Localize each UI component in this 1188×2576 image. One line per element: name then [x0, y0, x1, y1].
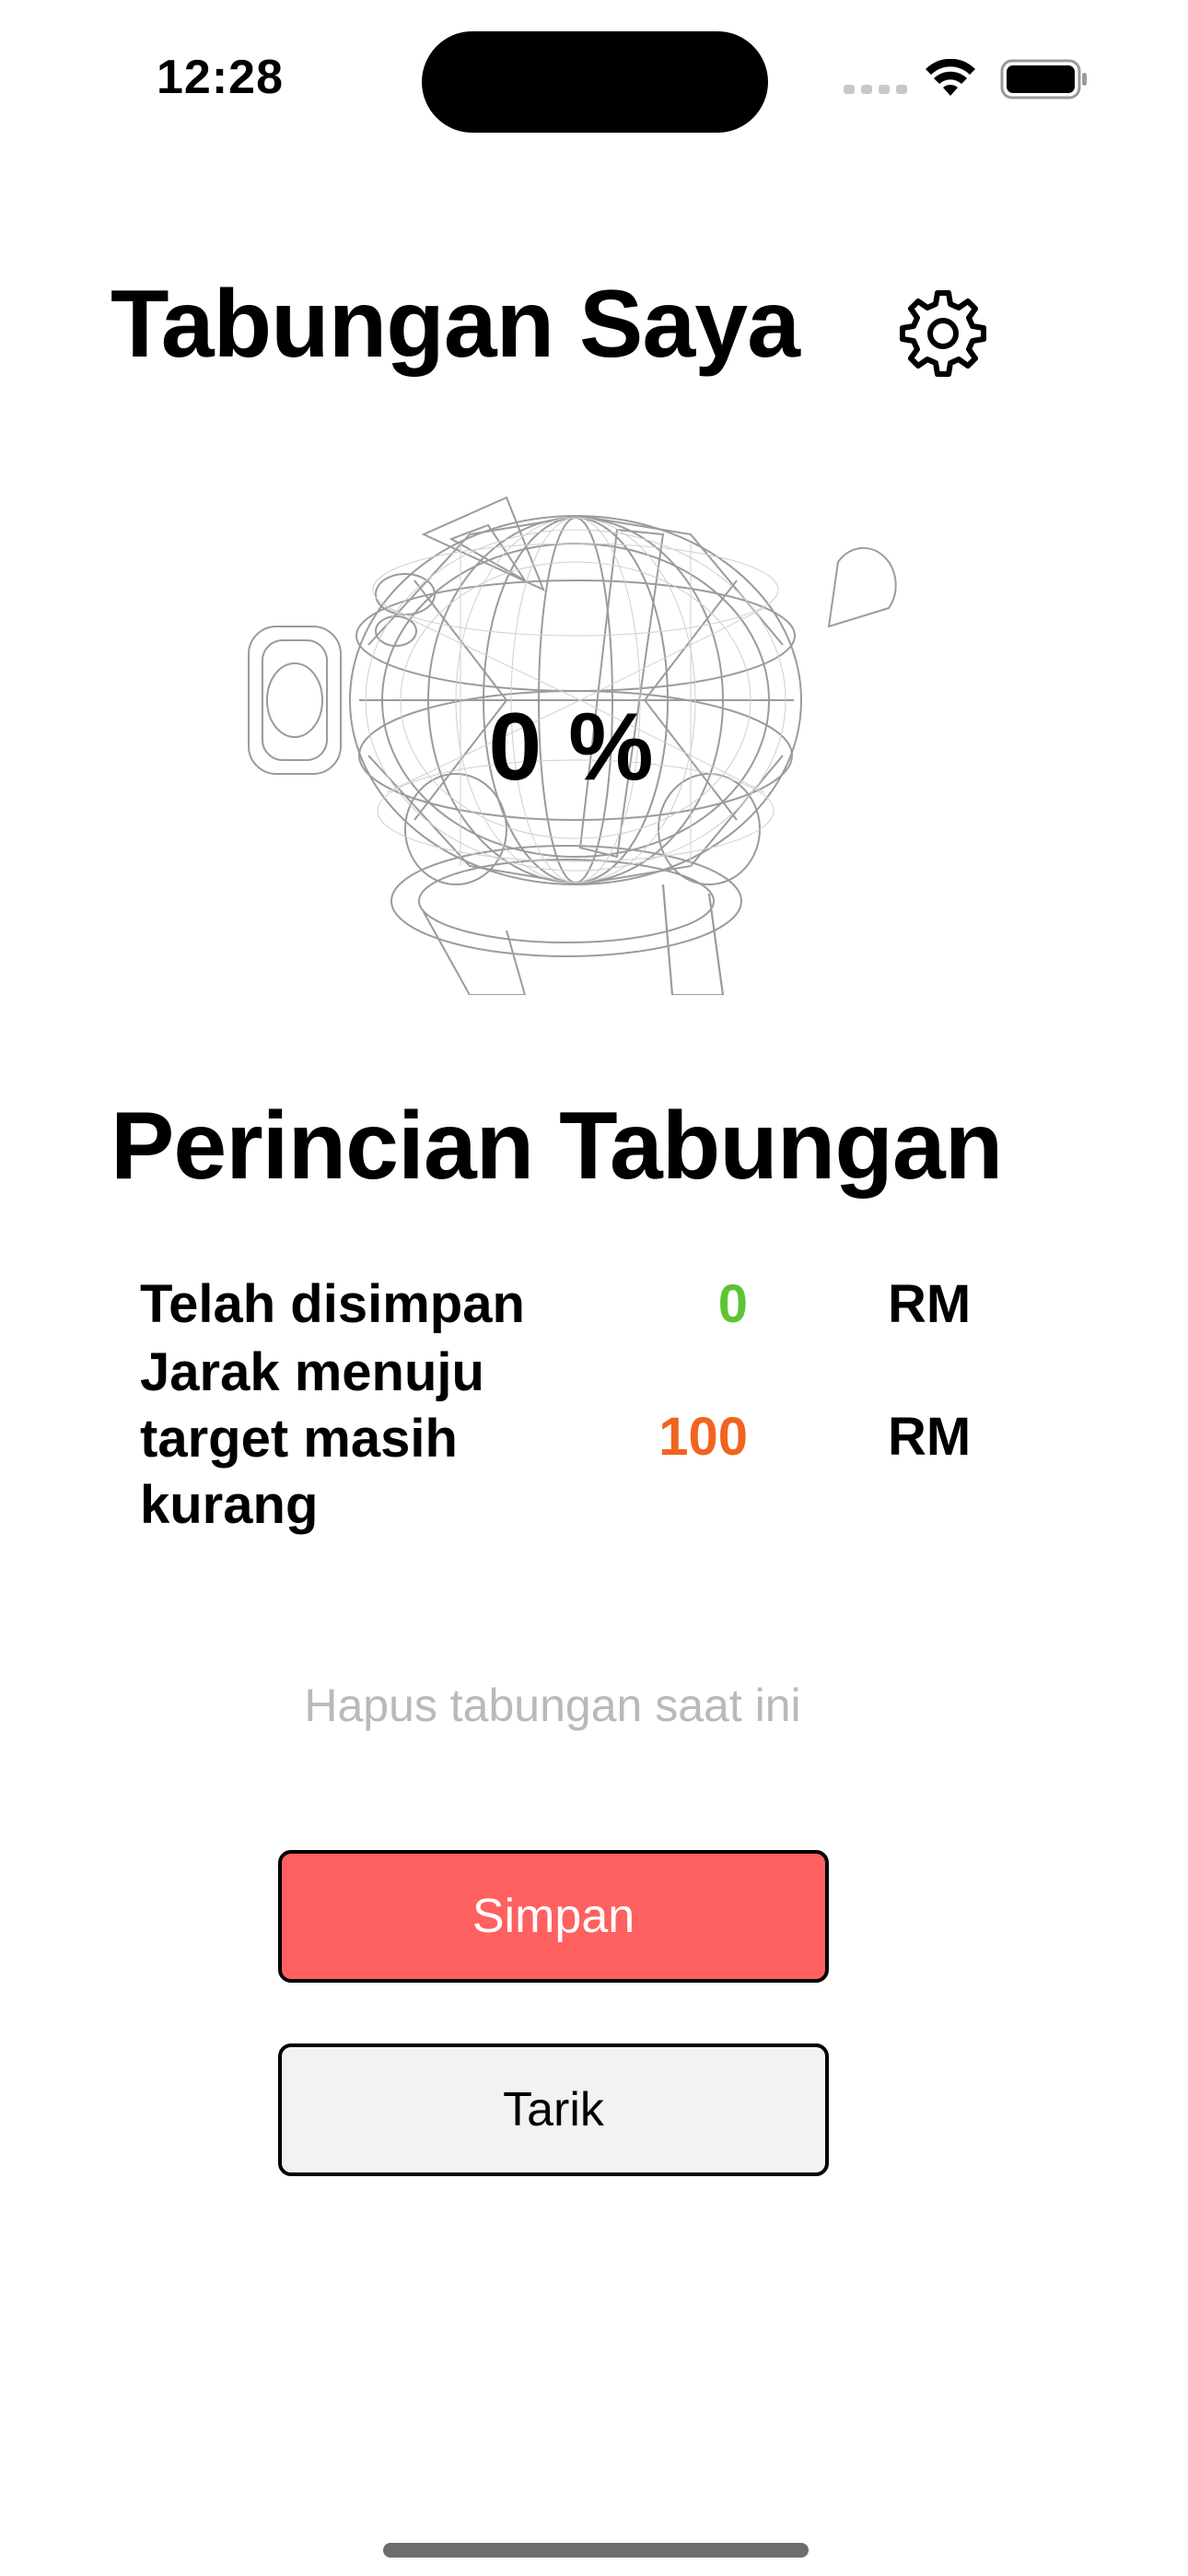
settings-button[interactable]: [897, 287, 989, 380]
dynamic-island: [422, 31, 768, 133]
page-title: Tabungan Saya: [111, 271, 800, 378]
status-time: 12:28: [157, 51, 284, 104]
piggy-bank-visual: 0 %: [230, 479, 912, 995]
gear-icon: [900, 290, 986, 377]
saved-value: 0: [717, 1274, 748, 1334]
remaining-label: Jarak menuju target masih kurang: [140, 1342, 484, 1535]
home-indicator: [383, 2543, 809, 2558]
saved-label: Telah disimpan: [140, 1274, 525, 1334]
details-heading: Perincian Tabungan: [111, 1093, 1003, 1200]
signal-icon: [844, 85, 907, 94]
wifi-icon: [926, 59, 975, 96]
reset-savings-link[interactable]: Hapus tabungan saat ini: [0, 1679, 1105, 1732]
saved-currency: RM: [888, 1274, 972, 1334]
remaining-value: 100: [658, 1407, 748, 1467]
remaining-currency: RM: [888, 1407, 972, 1467]
progress-percent: 0 %: [488, 694, 654, 801]
save-button[interactable]: Simpan: [278, 1850, 829, 1983]
battery-icon: [1000, 59, 1087, 100]
withdraw-button[interactable]: Tarik: [278, 2043, 829, 2176]
